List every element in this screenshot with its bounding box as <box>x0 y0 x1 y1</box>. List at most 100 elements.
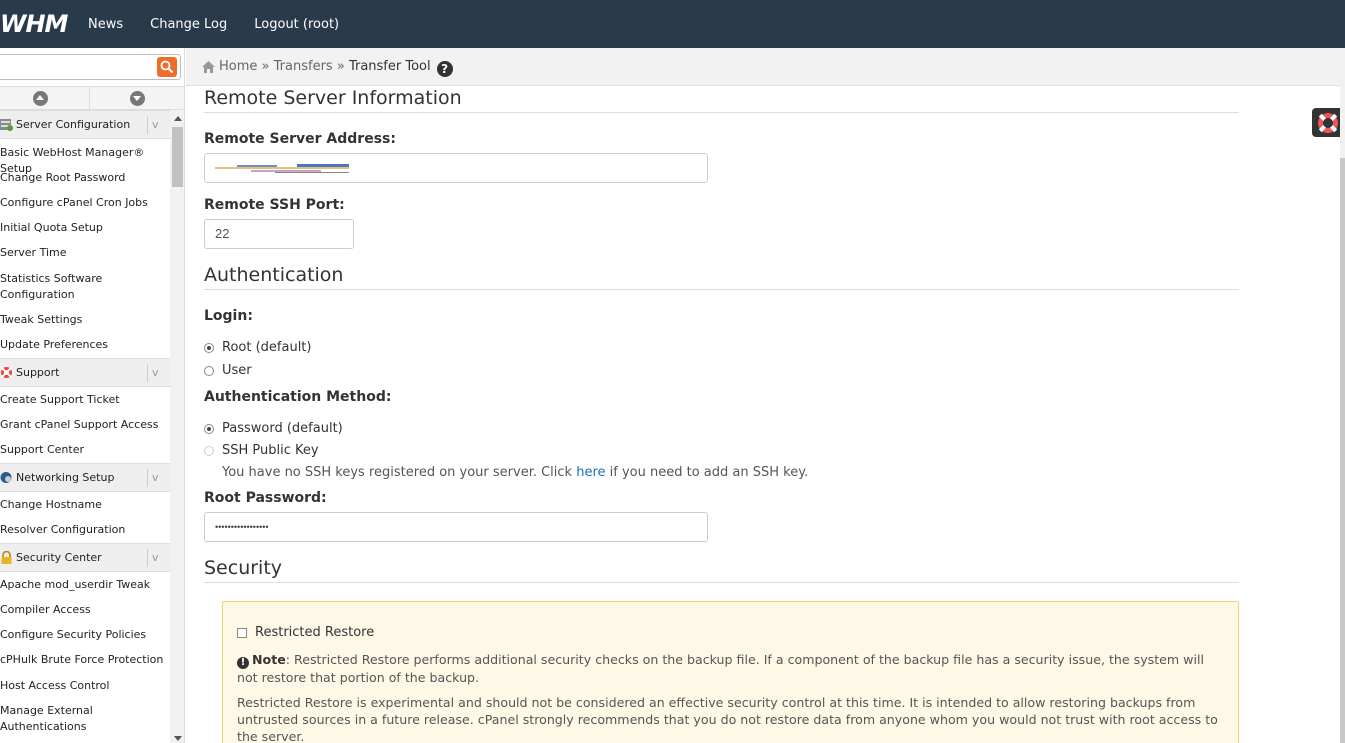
main-scroll-thumb[interactable] <box>1340 158 1345 743</box>
whm-logo[interactable]: WHM <box>0 10 70 38</box>
logout-link[interactable]: Logout (root) <box>254 17 339 32</box>
sidebar-item-change-root-password[interactable]: Change Root Password <box>0 170 170 195</box>
top-bar: WHM News Change Log Logout (root) <box>0 0 1345 48</box>
restricted-restore-option[interactable]: Restricted Restore <box>237 625 374 640</box>
sidebar-item-statistics-software[interactable]: Statistics Software Configuration <box>0 271 120 312</box>
remote-address-label: Remote Server Address: <box>204 131 396 147</box>
breadcrumb-transfers[interactable]: Transfers <box>274 59 333 74</box>
sidebar-section-networking-setup[interactable]: Networking Setup v <box>0 463 170 492</box>
section-label: Support <box>16 366 60 379</box>
arrow-down-icon <box>130 91 145 106</box>
sidebar-item-cron-jobs[interactable]: Configure cPanel Cron Jobs <box>0 195 170 220</box>
network-icon <box>0 472 12 483</box>
search-button[interactable] <box>157 57 177 77</box>
section-label: Networking Setup <box>16 471 115 484</box>
login-user-label: User <box>222 363 252 378</box>
restricted-restore-checkbox[interactable] <box>237 627 247 638</box>
lifebuoy-icon <box>1318 113 1338 133</box>
sidebar-item-cphulk[interactable]: cPHulk Brute Force Protection <box>0 652 170 678</box>
chevron-down-icon[interactable]: v <box>147 364 163 382</box>
sidebar-scrollbar[interactable] <box>170 110 184 743</box>
ssh-port-input[interactable]: 22 <box>204 219 354 249</box>
sidebar-section-support[interactable]: Support v <box>0 358 170 387</box>
sidebar-item-tweak-settings[interactable]: Tweak Settings <box>0 312 170 337</box>
root-password-label: Root Password: <box>204 490 327 506</box>
ssh-hint-text-end: if you need to add an SSH key. <box>605 465 809 480</box>
sidebar-item-host-access-control[interactable]: Host Access Control <box>0 678 170 703</box>
login-root-option[interactable]: Root (default) <box>204 340 311 355</box>
change-log-link[interactable]: Change Log <box>150 17 227 32</box>
chevron-down-icon[interactable]: v <box>147 116 163 134</box>
sidebar-item-support-center[interactable]: Support Center <box>0 442 170 463</box>
sidebar-item-compiler-access[interactable]: Compiler Access <box>0 602 170 627</box>
ssh-port-label: Remote SSH Port: <box>204 197 345 213</box>
sidebar-item-grant-support-access[interactable]: Grant cPanel Support Access <box>0 417 170 442</box>
chevron-down-icon[interactable]: v <box>147 549 163 567</box>
arrow-up-icon <box>33 91 48 106</box>
sidebar-item-basic-whm-setup[interactable]: Basic WebHost Manager® Setup <box>0 145 170 175</box>
redacted-address <box>215 164 349 173</box>
section-label: Server Configuration <box>16 118 131 131</box>
breadcrumb-current: Transfer Tool <box>348 59 431 74</box>
sidebar-scroll-thumb[interactable] <box>172 127 183 187</box>
login-user-option[interactable]: User <box>204 363 252 378</box>
sidebar-item-apache-userdir[interactable]: Apache mod_userdir Tweak <box>0 577 170 602</box>
sidebar-item-quota-setup[interactable]: Initial Quota Setup <box>0 220 170 245</box>
radio-disabled <box>204 445 214 456</box>
radio-unselected[interactable] <box>204 365 214 376</box>
transfer-tool-form: Remote Server Information Remote Server … <box>204 86 1239 743</box>
note-label: Note <box>252 652 286 667</box>
breadcrumb-trail: Home » Transfers » Transfer Tool? <box>219 59 453 77</box>
restricted-restore-label: Restricted Restore <box>255 625 375 640</box>
method-password-label: Password (default) <box>222 421 343 436</box>
radio-selected[interactable] <box>204 342 214 353</box>
sidebar-item-resolver-configuration[interactable]: Resolver Configuration <box>0 522 170 543</box>
sidebar-item-change-hostname[interactable]: Change Hostname <box>0 497 170 522</box>
sidebar-section-security-center[interactable]: Security Center v <box>0 543 170 572</box>
scroll-up-icon[interactable] <box>174 116 182 121</box>
exclamation-icon: ! <box>237 657 249 669</box>
sidebar-section-server-configuration[interactable]: Server Configuration v <box>0 110 170 139</box>
search-icon <box>160 60 174 74</box>
sidebar-item-security-policies[interactable]: Configure Security Policies <box>0 627 170 652</box>
top-nav: News Change Log Logout (root) <box>88 0 366 48</box>
sidebar-item-update-preferences[interactable]: Update Preferences <box>0 337 170 358</box>
home-icon[interactable] <box>201 60 216 74</box>
floating-help-button[interactable] <box>1312 108 1342 137</box>
sidebar-item-external-authentications[interactable]: Manage External Authentications <box>0 703 110 737</box>
remote-address-input[interactable] <box>204 153 708 183</box>
sidebar-search <box>0 54 181 80</box>
sidebar-nav: Server Configuration v Basic WebHost Man… <box>0 110 170 737</box>
breadcrumb: Home » Transfers » Transfer Tool? <box>186 48 1340 86</box>
ssh-key-hint: You have no SSH keys registered on your … <box>222 465 808 480</box>
authentication-heading: Authentication <box>204 263 1239 290</box>
collapse-all-button[interactable] <box>0 87 88 109</box>
restricted-note: ! Note: Restricted Restore performs addit… <box>237 651 1227 686</box>
search-input[interactable] <box>0 55 150 79</box>
method-ssh-label: SSH Public Key <box>222 443 319 458</box>
scroll-down-icon[interactable] <box>174 736 182 741</box>
ssh-hint-text: You have no SSH keys registered on your … <box>222 465 577 480</box>
security-heading: Security <box>204 556 1239 583</box>
add-ssh-key-link[interactable]: here <box>576 465 605 480</box>
breadcrumb-home[interactable]: Home <box>219 59 257 74</box>
section-label: Security Center <box>16 551 102 564</box>
root-password-input[interactable]: ••••••••••••••••• <box>204 512 708 542</box>
help-icon[interactable]: ? <box>436 61 453 77</box>
expand-all-button[interactable] <box>89 87 184 109</box>
login-root-label: Root (default) <box>222 340 312 355</box>
restricted-restore-box: Restricted Restore ! Note: Restricted Res… <box>222 601 1239 743</box>
main-scrollbar[interactable] <box>1340 48 1345 743</box>
breadcrumb-separator: » <box>336 59 345 74</box>
radio-selected[interactable] <box>204 423 214 434</box>
lifebuoy-icon <box>1 367 12 378</box>
sidebar-item-server-time[interactable]: Server Time <box>0 245 170 271</box>
news-link[interactable]: News <box>88 17 123 32</box>
method-password-option[interactable]: Password (default) <box>204 421 343 436</box>
auth-method-label: Authentication Method: <box>204 389 392 405</box>
sidebar: Server Configuration v Basic WebHost Man… <box>0 48 185 743</box>
chevron-down-icon[interactable]: v <box>147 469 163 487</box>
server-config-icon <box>0 119 13 131</box>
restricted-experimental-text: Restricted Restore is experimental and s… <box>237 695 1218 743</box>
sidebar-item-create-support-ticket[interactable]: Create Support Ticket <box>0 392 170 417</box>
